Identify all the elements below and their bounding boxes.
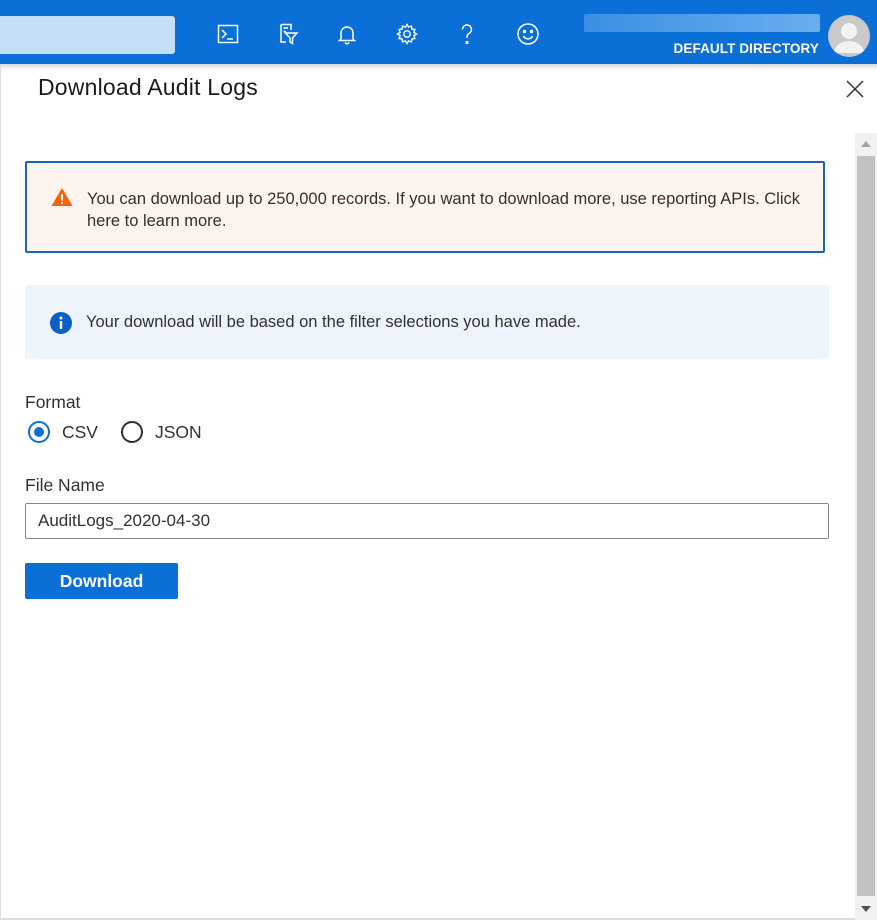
panel-shadow bbox=[0, 64, 877, 70]
scrollbar[interactable] bbox=[855, 133, 877, 920]
format-radio-csv[interactable]: CSV bbox=[28, 421, 98, 443]
directory-label[interactable]: DEFAULT DIRECTORY bbox=[674, 41, 819, 56]
account-name[interactable] bbox=[584, 14, 820, 32]
warning-banner[interactable]: You can download up to 250,000 records. … bbox=[25, 161, 825, 253]
settings-icon[interactable] bbox=[393, 20, 421, 48]
info-banner: Your download will be based on the filte… bbox=[25, 285, 829, 359]
download-button[interactable]: Download bbox=[25, 563, 178, 599]
radio-checked-icon[interactable] bbox=[28, 421, 50, 443]
chevron-down-icon bbox=[861, 906, 871, 912]
avatar-person-icon bbox=[834, 23, 864, 53]
scrollbar-thumb[interactable] bbox=[857, 156, 875, 896]
feedback-icon[interactable] bbox=[514, 20, 542, 48]
scroll-up-button[interactable] bbox=[855, 133, 877, 155]
avatar[interactable] bbox=[828, 15, 870, 57]
info-text: Your download will be based on the filte… bbox=[86, 313, 581, 331]
background-page-edge bbox=[0, 64, 1, 920]
search-box[interactable] bbox=[0, 16, 175, 54]
cloud-shell-icon[interactable] bbox=[214, 20, 242, 48]
info-icon bbox=[50, 312, 72, 334]
warning-icon bbox=[51, 188, 73, 206]
close-button[interactable] bbox=[843, 77, 867, 101]
chevron-up-icon bbox=[861, 141, 871, 147]
file-name-label: File Name bbox=[25, 475, 105, 495]
top-bar: DEFAULT DIRECTORY bbox=[0, 0, 877, 64]
notifications-icon[interactable] bbox=[333, 20, 361, 48]
format-label: Format bbox=[25, 392, 81, 412]
directory-filter-icon[interactable] bbox=[273, 20, 301, 48]
page-title: Download Audit Logs bbox=[38, 74, 258, 100]
format-radio-json[interactable]: JSON bbox=[121, 421, 202, 443]
scroll-down-button[interactable] bbox=[855, 898, 877, 920]
help-icon[interactable] bbox=[453, 20, 481, 48]
close-icon bbox=[846, 80, 864, 98]
file-name-input[interactable] bbox=[25, 503, 829, 539]
radio-label-json: JSON bbox=[155, 421, 202, 442]
radio-unchecked-icon[interactable] bbox=[121, 421, 143, 443]
warning-text[interactable]: You can download up to 250,000 records. … bbox=[87, 188, 807, 232]
radio-label-csv: CSV bbox=[62, 421, 98, 442]
